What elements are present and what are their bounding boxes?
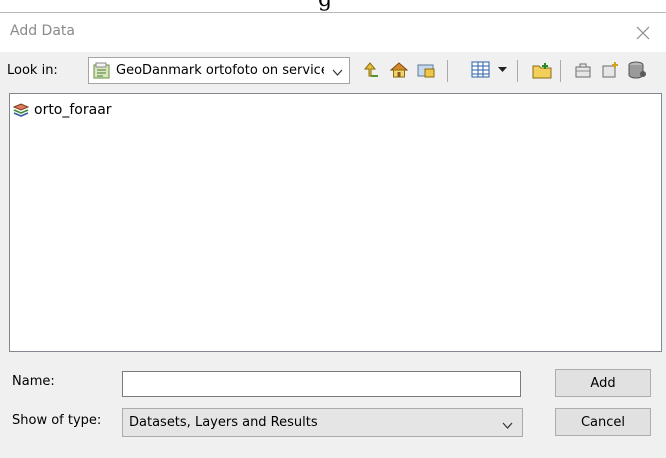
name-label: Name: [12,374,55,389]
chevron-down-icon [332,66,343,81]
up-one-level-button[interactable] [359,57,383,83]
go-home-icon [389,62,409,78]
toolbar-separator [560,60,561,82]
go-home-button[interactable] [387,57,411,83]
cancel-button[interactable]: Cancel [555,408,651,436]
dropdown-arrow-icon [497,67,507,72]
clipped-top-text: g [318,0,332,12]
new-geodatabase-icon [602,62,618,78]
list-item-label: orto_foraar [34,102,112,118]
show-of-type-label: Show of type: [12,413,102,428]
view-menu-icon [471,61,490,78]
close-icon [636,26,650,39]
toolbar-separator [517,60,518,82]
new-toolbox-icon [575,63,591,78]
up-one-level-icon [363,62,378,77]
new-toolbox-button[interactable] [571,57,595,83]
connect-database-icon [628,61,646,79]
view-menu-button[interactable] [469,57,493,83]
new-folder-button[interactable] [530,57,554,83]
add-data-dialog: g Add Data Look in: GeoDanmark ortofoto … [0,0,666,458]
title-bar: Add Data [0,13,666,52]
list-item[interactable]: orto_foraar [11,101,112,119]
clipped-top-strip: g [0,0,666,13]
toolbar-separator [447,60,448,82]
look-in-dropdown[interactable]: GeoDanmark ortofoto on service [88,57,350,84]
look-in-value: GeoDanmark ortofoto on service [116,63,324,78]
file-list[interactable]: orto_foraar [9,93,662,352]
add-button[interactable]: Add [555,369,651,397]
new-folder-icon [532,63,552,79]
view-menu-dropdown[interactable] [494,57,510,83]
new-geodatabase-button[interactable] [598,57,622,83]
name-field[interactable] [122,371,521,397]
show-of-type-value: Datasets, Layers and Results [129,415,318,430]
map-service-icon [93,62,111,84]
connect-database-button[interactable] [625,57,649,83]
connect-folder-icon [417,64,435,78]
connect-folder-button[interactable] [414,57,438,83]
close-button[interactable] [620,13,666,52]
look-in-label: Look in: [7,63,58,78]
raster-layer-icon [11,101,31,119]
dialog-title: Add Data [10,23,75,39]
show-of-type-dropdown[interactable]: Datasets, Layers and Results [122,408,523,437]
chevron-down-icon [502,419,513,434]
